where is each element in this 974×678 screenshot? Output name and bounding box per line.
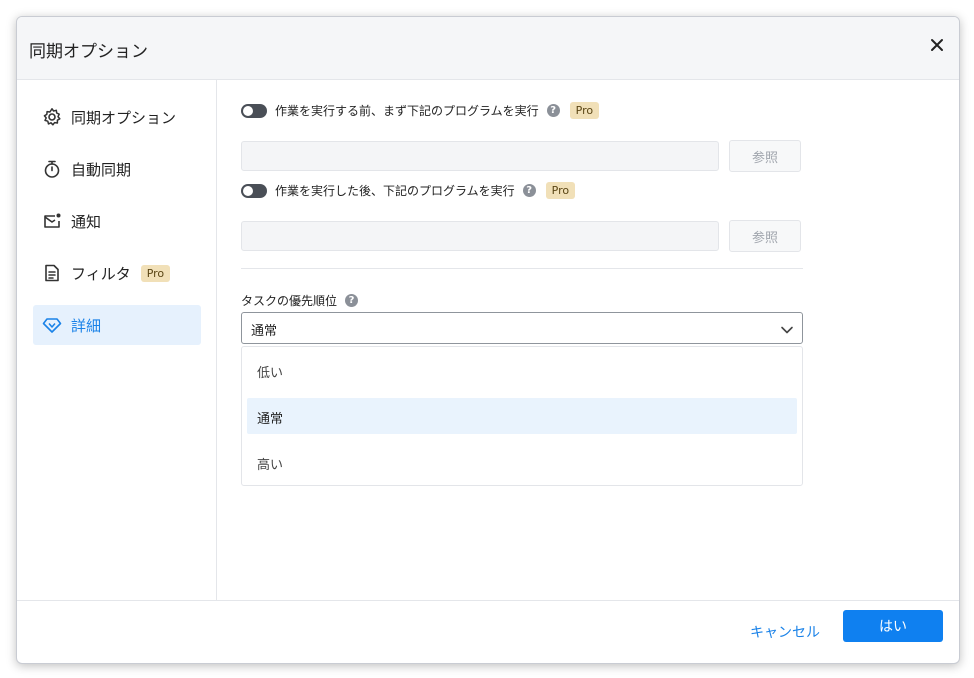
chevron-down-icon (780, 322, 794, 341)
sidebar: 同期オプション 自動同期 通知 フィルタ Pro 詳細 (17, 80, 217, 600)
help-icon[interactable]: ? (546, 104, 560, 117)
mail-notification-icon (41, 210, 63, 232)
ok-button[interactable]: はい (843, 610, 943, 642)
document-filter-icon (41, 262, 63, 284)
before-run-program-input[interactable] (241, 141, 719, 171)
priority-option-low[interactable]: 低い (247, 352, 797, 388)
dialog-header: 同期オプション (17, 17, 959, 80)
help-icon[interactable]: ? (345, 294, 359, 307)
sidebar-item-sync-options[interactable]: 同期オプション (33, 97, 201, 137)
sidebar-item-label: 自動同期 (71, 160, 132, 179)
pro-badge: Pro (545, 182, 576, 199)
after-run-label: 作業を実行した後、下記のプログラムを実行 (275, 184, 515, 198)
sidebar-item-filter[interactable]: フィルタ Pro (33, 253, 201, 293)
stopwatch-icon (41, 158, 63, 180)
sidebar-item-label: 詳細 (71, 316, 102, 335)
advanced-settings-panel: 作業を実行する前、まず下記のプログラムを実行 ? Pro 参照 作業を実行した後… (217, 80, 959, 600)
after-run-browse-button[interactable]: 参照 (729, 220, 801, 252)
task-priority-value: 通常 (251, 324, 278, 339)
pro-badge: Pro (140, 264, 171, 282)
cancel-button[interactable]: キャンセル (745, 616, 825, 648)
task-priority-dropdown: 低い 通常 高い (241, 346, 803, 486)
task-priority-row: タスクの優先順位 ? (241, 292, 359, 309)
sidebar-item-label: 同期オプション (71, 108, 177, 127)
sidebar-item-advanced[interactable]: 詳細 (33, 305, 201, 345)
dialog-footer: キャンセル はい (17, 600, 959, 663)
before-run-row: 作業を実行する前、まず下記のプログラムを実行 ? Pro (241, 102, 600, 119)
priority-option-normal[interactable]: 通常 (247, 398, 797, 434)
before-run-label: 作業を実行する前、まず下記のプログラムを実行 (275, 104, 539, 118)
task-priority-select[interactable]: 通常 (241, 312, 803, 344)
close-icon[interactable] (927, 35, 947, 55)
sidebar-item-label: フィルタ (71, 264, 131, 283)
diamond-icon (41, 314, 63, 336)
after-run-row: 作業を実行した後、下記のプログラムを実行 ? Pro (241, 182, 576, 199)
gear-icon (41, 106, 63, 128)
priority-option-high[interactable]: 高い (247, 444, 797, 480)
dialog-title: 同期オプション (29, 42, 148, 62)
pro-badge: Pro (569, 102, 600, 119)
sidebar-item-label: 通知 (71, 212, 102, 231)
sidebar-item-notification[interactable]: 通知 (33, 201, 201, 241)
sidebar-item-auto-sync[interactable]: 自動同期 (33, 149, 201, 189)
after-run-toggle[interactable] (241, 183, 267, 198)
task-priority-label: タスクの優先順位 (241, 294, 338, 308)
divider (241, 268, 803, 269)
before-run-toggle[interactable] (241, 103, 267, 118)
before-run-browse-button[interactable]: 参照 (729, 140, 801, 172)
sync-options-dialog: 同期オプション 同期オプション 自動同期 通知 フィルタ Pro 詳細 作業を実… (16, 16, 960, 664)
help-icon[interactable]: ? (522, 184, 536, 197)
after-run-program-input[interactable] (241, 221, 719, 251)
